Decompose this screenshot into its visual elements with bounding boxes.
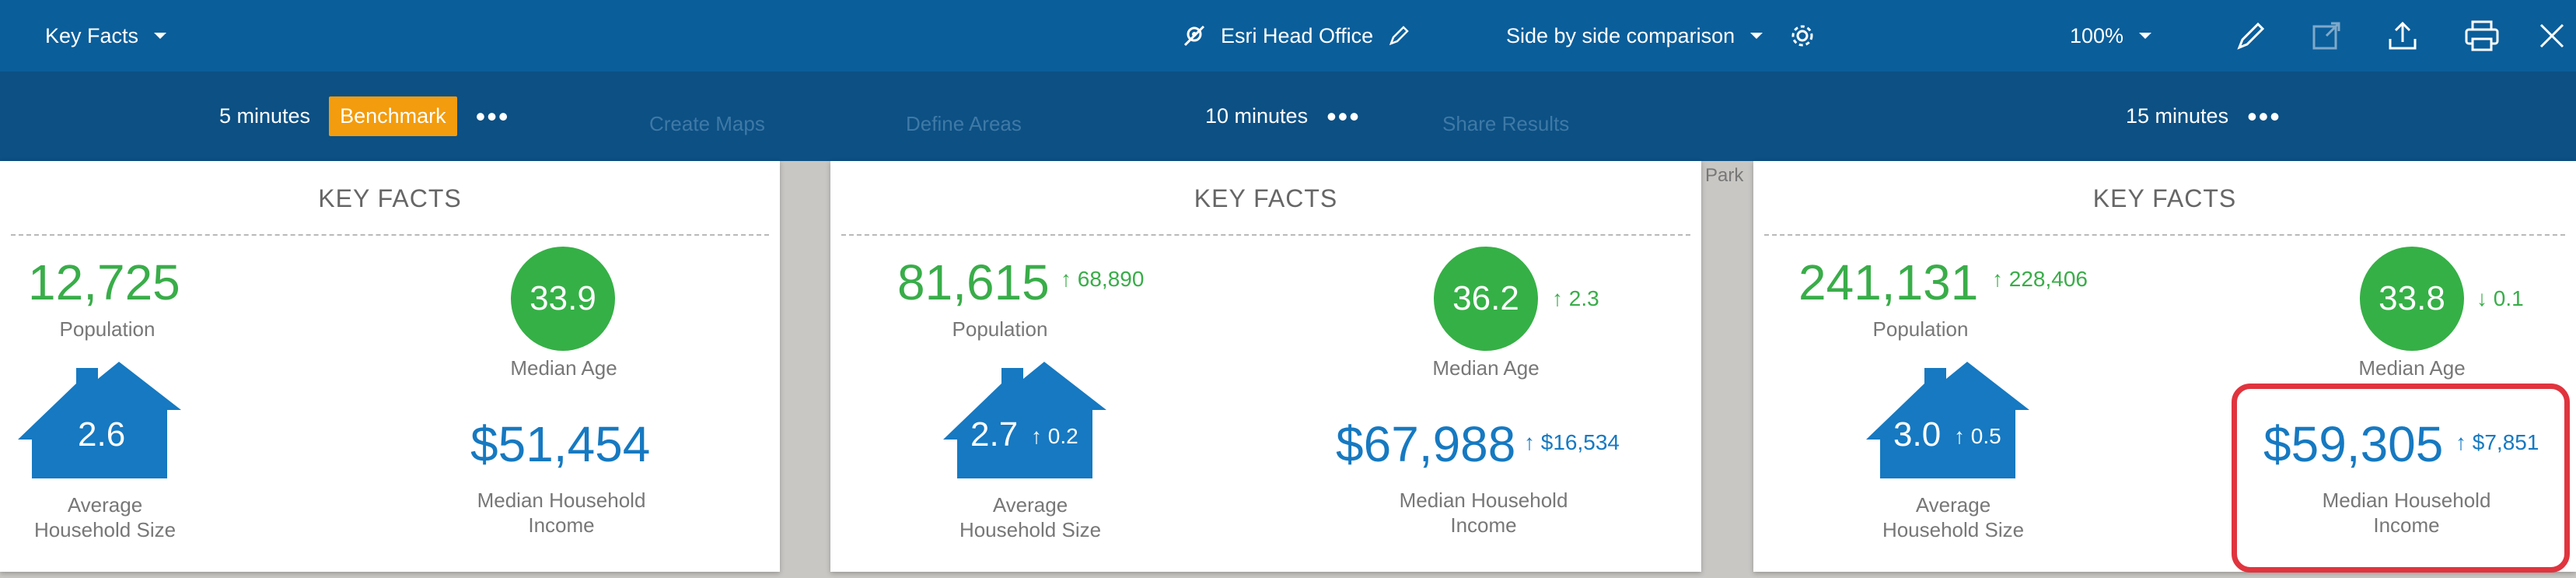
- print-button[interactable]: [2463, 0, 2501, 72]
- median-age-label: Median Age: [510, 356, 617, 380]
- population-label: Population: [1872, 317, 1969, 341]
- household-size-delta: ↑ 0.2: [1031, 424, 1078, 448]
- chevron-down-icon: [2139, 33, 2152, 39]
- site-name: Esri Head Office: [1221, 23, 1374, 47]
- household-size-delta: ↑ 0.5: [1954, 424, 2001, 448]
- map-label: Park: [1705, 165, 1744, 186]
- export-button[interactable]: [2309, 0, 2344, 72]
- site-selector[interactable]: Esri Head Office: [1182, 0, 1410, 72]
- zoom-level: 100%: [2070, 23, 2124, 47]
- zoom-select[interactable]: 100%: [2070, 0, 2153, 72]
- income-value: $67,988: [1336, 416, 1516, 472]
- household-size-label: Average Household Size: [959, 493, 1102, 541]
- pencil-icon[interactable]: [1387, 24, 1410, 47]
- population-delta: ↑ 68,890: [1061, 267, 1145, 291]
- median-age-value: 33.9: [530, 279, 596, 317]
- median-age-value: 36.2: [1452, 279, 1519, 317]
- panel-title: KEY FACTS: [841, 178, 1690, 236]
- more-icon[interactable]: •••: [476, 102, 510, 131]
- population-delta: ↑ 228,406: [1992, 267, 2088, 291]
- more-icon[interactable]: •••: [2247, 102, 2281, 131]
- column-header-label: 10 minutes: [1205, 104, 1309, 128]
- print-icon: [2465, 20, 2499, 51]
- panel-title: KEY FACTS: [1764, 178, 2565, 236]
- infographic-panel-10min: KEY FACTS 81,615 ↑ 68,890 Population 36.…: [830, 161, 1701, 572]
- population-value: 12,725: [28, 254, 180, 310]
- edit-button[interactable]: [2233, 0, 2269, 72]
- column-header-label: 15 minutes: [2126, 104, 2229, 128]
- household-size-value: 2.7: [970, 415, 1019, 454]
- population-label: Population: [59, 317, 156, 341]
- background-nav-item: Create Maps: [649, 112, 765, 135]
- close-button[interactable]: [2536, 0, 2567, 72]
- median-age-circle: 33.8: [2360, 247, 2464, 351]
- infographic-panel-5min: KEY FACTS 12,725 Population 33.9 Median …: [0, 161, 780, 572]
- benchmark-badge[interactable]: Benchmark: [329, 96, 457, 136]
- background-nav-item: Define Areas: [906, 112, 1022, 135]
- chevron-down-icon: [154, 33, 167, 39]
- share-button[interactable]: [2386, 0, 2420, 72]
- column-header-15min: 15 minutes •••: [2126, 72, 2281, 161]
- chevron-down-icon: [1750, 33, 1763, 39]
- income-value: $51,454: [470, 416, 651, 472]
- pin-icon: [1183, 25, 1205, 47]
- median-age-delta: ↓ 0.1: [2476, 286, 2524, 310]
- household-size-value: 2.6: [78, 415, 126, 454]
- median-age-delta: ↑ 2.3: [1552, 286, 1599, 310]
- top-toolbar: Key Facts Esri Head Office Side by side …: [0, 0, 2576, 72]
- median-age-label: Median Age: [1432, 356, 1540, 380]
- population-value: 81,615: [897, 254, 1050, 310]
- column-header-5min: 5 minutes Benchmark •••: [219, 72, 509, 161]
- close-icon: [2539, 23, 2564, 48]
- edit-icon: [2237, 22, 2265, 50]
- population-value: 241,131: [1798, 254, 1979, 310]
- column-header-10min: 10 minutes •••: [1205, 72, 1361, 161]
- population-label: Population: [952, 317, 1048, 341]
- house-icon: [943, 362, 1106, 478]
- median-age-circle: 36.2: [1434, 247, 1538, 351]
- panel-title: KEY FACTS: [11, 178, 769, 236]
- highlight-box: [2232, 384, 2570, 573]
- income-label: Median Household Income: [477, 489, 646, 537]
- median-age-circle: 33.9: [511, 247, 615, 351]
- comparison-mode-label: Side by side comparison: [1506, 23, 1735, 47]
- share-icon: [2389, 21, 2417, 50]
- more-icon[interactable]: •••: [1326, 102, 1361, 131]
- comparison-mode-select[interactable]: Side by side comparison: [1506, 0, 1816, 72]
- income-delta: ↑ $16,534: [1524, 430, 1620, 454]
- median-age-label: Median Age: [2358, 356, 2466, 380]
- infographic-select[interactable]: Key Facts: [45, 0, 168, 72]
- house-icon: [1866, 362, 2029, 478]
- household-size-value: 3.0: [1893, 415, 1942, 454]
- export-icon: [2312, 22, 2340, 50]
- income-label: Median Household Income: [1399, 489, 1568, 537]
- household-size-label: Average Household Size: [33, 493, 177, 541]
- infographic-select-label: Key Facts: [45, 23, 139, 47]
- gear-icon[interactable]: [1789, 23, 1816, 49]
- household-size-label: Average Household Size: [1882, 493, 2025, 541]
- column-header-label: 5 minutes: [219, 104, 311, 128]
- median-age-value: 33.8: [2379, 279, 2445, 317]
- background-nav-item: Share Results: [1442, 112, 1570, 135]
